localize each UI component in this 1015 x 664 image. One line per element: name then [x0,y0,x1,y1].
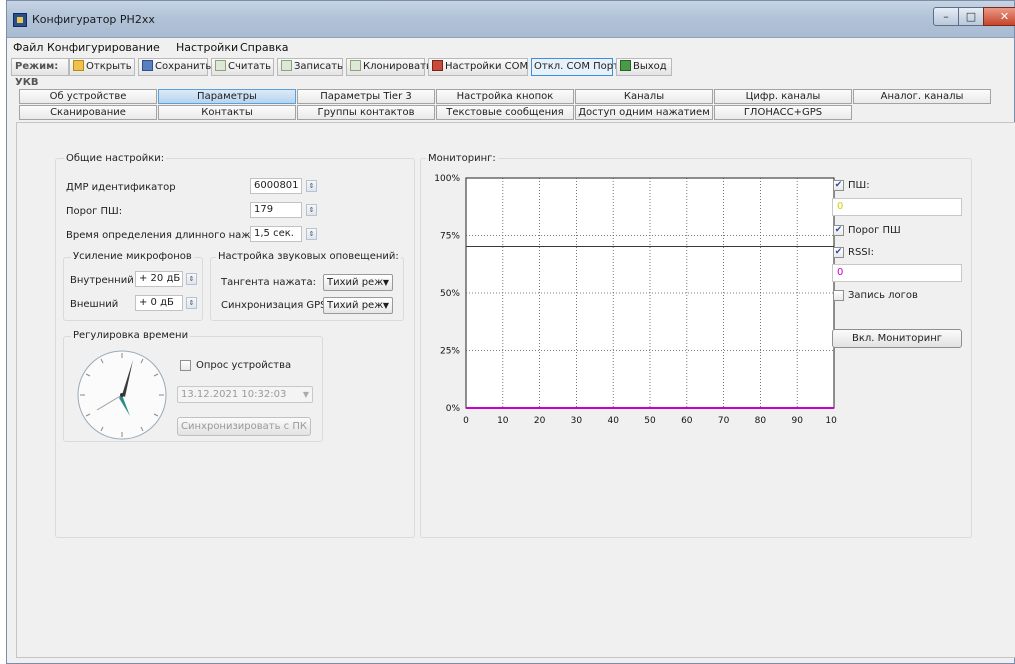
tab-analog-channels[interactable]: Аналог. каналы [853,89,991,104]
rssi-value: 0 [837,267,844,278]
open-label: Открыть [86,61,132,72]
menu-file[interactable]: Файл [13,41,43,54]
x-tick-label: 0 [463,416,469,426]
rssi-checkbox[interactable]: ✔ [833,247,844,258]
rssi-value-field: 0 [832,264,962,282]
psh-value: 0 [837,201,844,212]
psh-threshold-label: Порог ПШ [848,225,901,236]
y-tick-label: 50% [440,289,460,299]
psh-value-field: 0 [832,198,962,216]
write-label: Записать [294,61,343,72]
y-tick-label: 0% [446,404,461,414]
tab-contacts[interactable]: Контакты [158,105,296,120]
read-label: Считать [228,61,272,72]
title-bar[interactable]: Конфигуратор РН2xx – □ ✕ [7,1,1015,38]
tab-contact-groups[interactable]: Группы контактов [297,105,435,120]
com-settings-button[interactable]: Настройки COM [428,58,528,76]
tab-button-settings[interactable]: Настройка кнопок [436,89,574,104]
psh-checkbox[interactable]: ✔ [833,180,844,191]
folder-icon [73,60,84,71]
x-tick-label: 50 [644,416,656,426]
read-icon [215,60,226,71]
mode-label: Режим: УКВ [11,58,69,88]
x-tick-label: 40 [607,416,619,426]
app-icon [13,13,27,27]
psh-threshold-checkbox[interactable]: ✔ [833,225,844,236]
open-button[interactable]: Открыть [69,58,135,76]
floppy-icon [142,60,153,71]
y-tick-label: 75% [440,232,460,242]
tab-one-touch-access[interactable]: Доступ одним нажатием [575,105,713,120]
save-button[interactable]: Сохранить [138,58,212,76]
write-button[interactable]: Записать [277,58,343,76]
tab-device-info[interactable]: Об устройстве [19,89,157,104]
x-tick-label: 100 [825,416,837,426]
psh-label: ПШ: [848,180,870,191]
com-settings-label: Настройки COM [445,61,529,72]
clone-icon [350,60,361,71]
exit-door-icon [620,60,631,71]
log-record-checkbox[interactable] [833,290,844,301]
x-tick-label: 90 [791,416,803,426]
save-label: Сохранить [155,61,212,72]
toolbar: Режим: УКВ Открыть Сохранить Считать Зап… [7,57,1014,88]
maximize-button[interactable]: □ [958,7,984,26]
exit-button[interactable]: Выход [616,58,672,76]
tools-icon [432,60,443,71]
clone-button[interactable]: Клонировать [346,58,432,76]
start-monitoring-button[interactable]: Вкл. Мониторинг [832,329,962,348]
x-tick-label: 20 [534,416,546,426]
close-button[interactable]: ✕ [983,7,1015,26]
parameters-panel: Общие настройки: ДМР идентификатор 60008… [16,122,1015,658]
minimize-button[interactable]: – [933,7,959,26]
tab-parameters[interactable]: Параметры [158,89,296,104]
exit-label: Выход [633,61,667,72]
clone-label: Клонировать [363,61,432,72]
tab-parameters-tier3[interactable]: Параметры Tier 3 [297,89,435,104]
menu-settings[interactable]: Настройки [176,41,238,54]
x-tick-label: 80 [755,416,767,426]
monitoring-chart: 0 10 20 30 40 50 60 70 80 90 100 0% 25% 50% 75% 100% [434,174,837,426]
window-title: Конфигуратор РН2xx [32,13,155,26]
tab-text-messages[interactable]: Текстовые сообщения [436,105,574,120]
y-tick-label: 100% [434,174,460,184]
menu-bar: Файл Конфигурирование Настройки Справка [7,38,1014,56]
x-tick-label: 30 [571,416,583,426]
disconnect-com-button[interactable]: Откл. COM Порт [531,58,619,76]
write-icon [281,60,292,71]
menu-help[interactable]: Справка [240,41,288,54]
y-tick-label: 25% [440,347,460,357]
tab-glonass-gps[interactable]: ГЛОНАСС+GPS [714,105,852,120]
rssi-label: RSSI: [848,247,874,258]
read-button[interactable]: Считать [211,58,274,76]
tab-digital-channels[interactable]: Цифр. каналы [714,89,852,104]
x-tick-label: 60 [681,416,693,426]
tab-scanning[interactable]: Сканирование [19,105,157,120]
x-tick-label: 70 [718,416,730,426]
app-window: Конфигуратор РН2xx – □ ✕ Файл Конфигурир… [6,0,1015,664]
x-tick-label: 10 [497,416,509,426]
menu-configuration[interactable]: Конфигурирование [47,41,160,54]
disconnect-com-label: Откл. COM Порт [534,61,619,72]
log-record-label: Запись логов [848,290,918,301]
tab-channels[interactable]: Каналы [575,89,713,104]
